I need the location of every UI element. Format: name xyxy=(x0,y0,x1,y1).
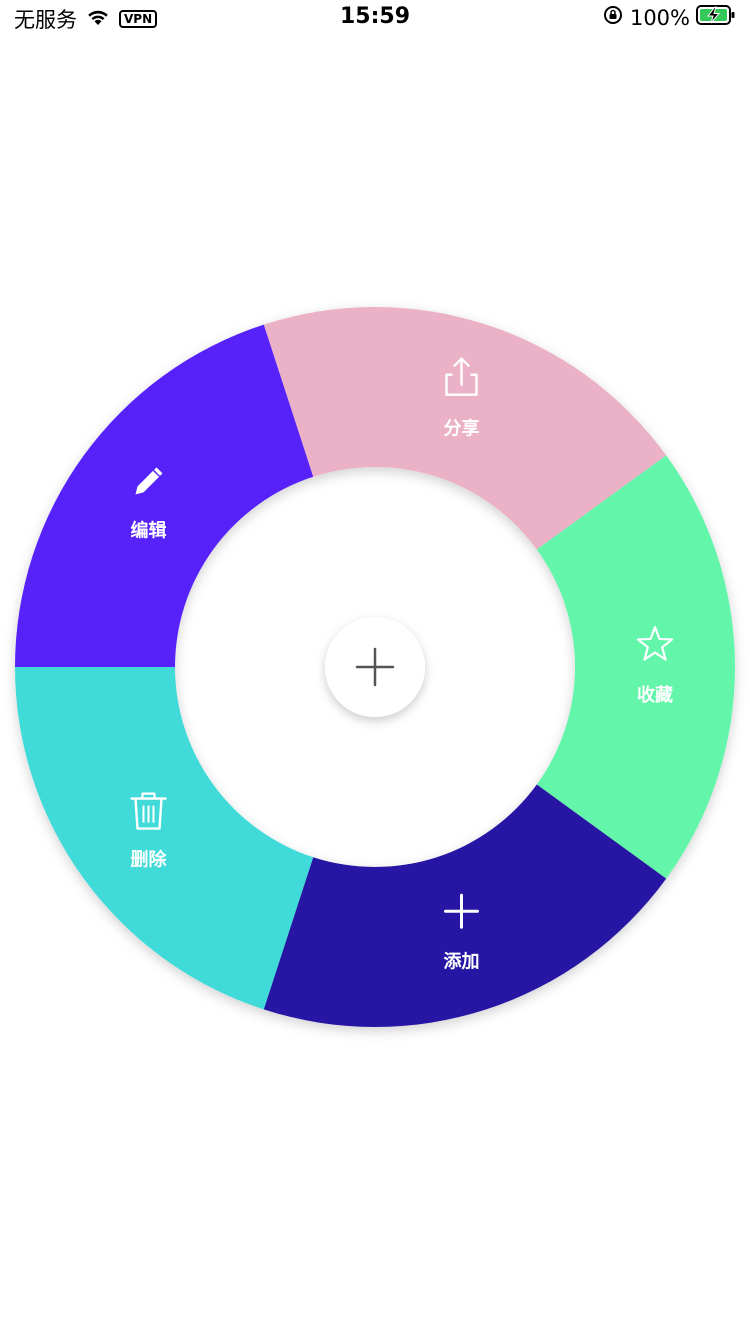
status-right: 100% xyxy=(602,4,736,31)
menu-item-label: 编辑 xyxy=(131,519,167,541)
status-bar: 无服务 VPN 15:59 100% xyxy=(0,0,750,40)
radial-menu: 分享收藏添加 删除 编辑 xyxy=(15,307,735,1027)
rotation-lock-icon xyxy=(602,4,624,31)
battery-percent: 100% xyxy=(629,5,690,30)
menu-item-label: 删除 xyxy=(131,849,168,871)
battery-charging-icon xyxy=(696,4,736,31)
menu-segment-delete[interactable] xyxy=(15,667,314,1010)
radial-menu-svg: 分享收藏添加 删除 编辑 xyxy=(15,307,735,1027)
menu-segment-edit[interactable] xyxy=(15,324,314,667)
menu-item-label: 收藏 xyxy=(637,684,673,706)
menu-item-label: 添加 xyxy=(444,950,480,972)
center-button[interactable] xyxy=(325,617,425,717)
menu-item-label: 分享 xyxy=(444,418,480,440)
